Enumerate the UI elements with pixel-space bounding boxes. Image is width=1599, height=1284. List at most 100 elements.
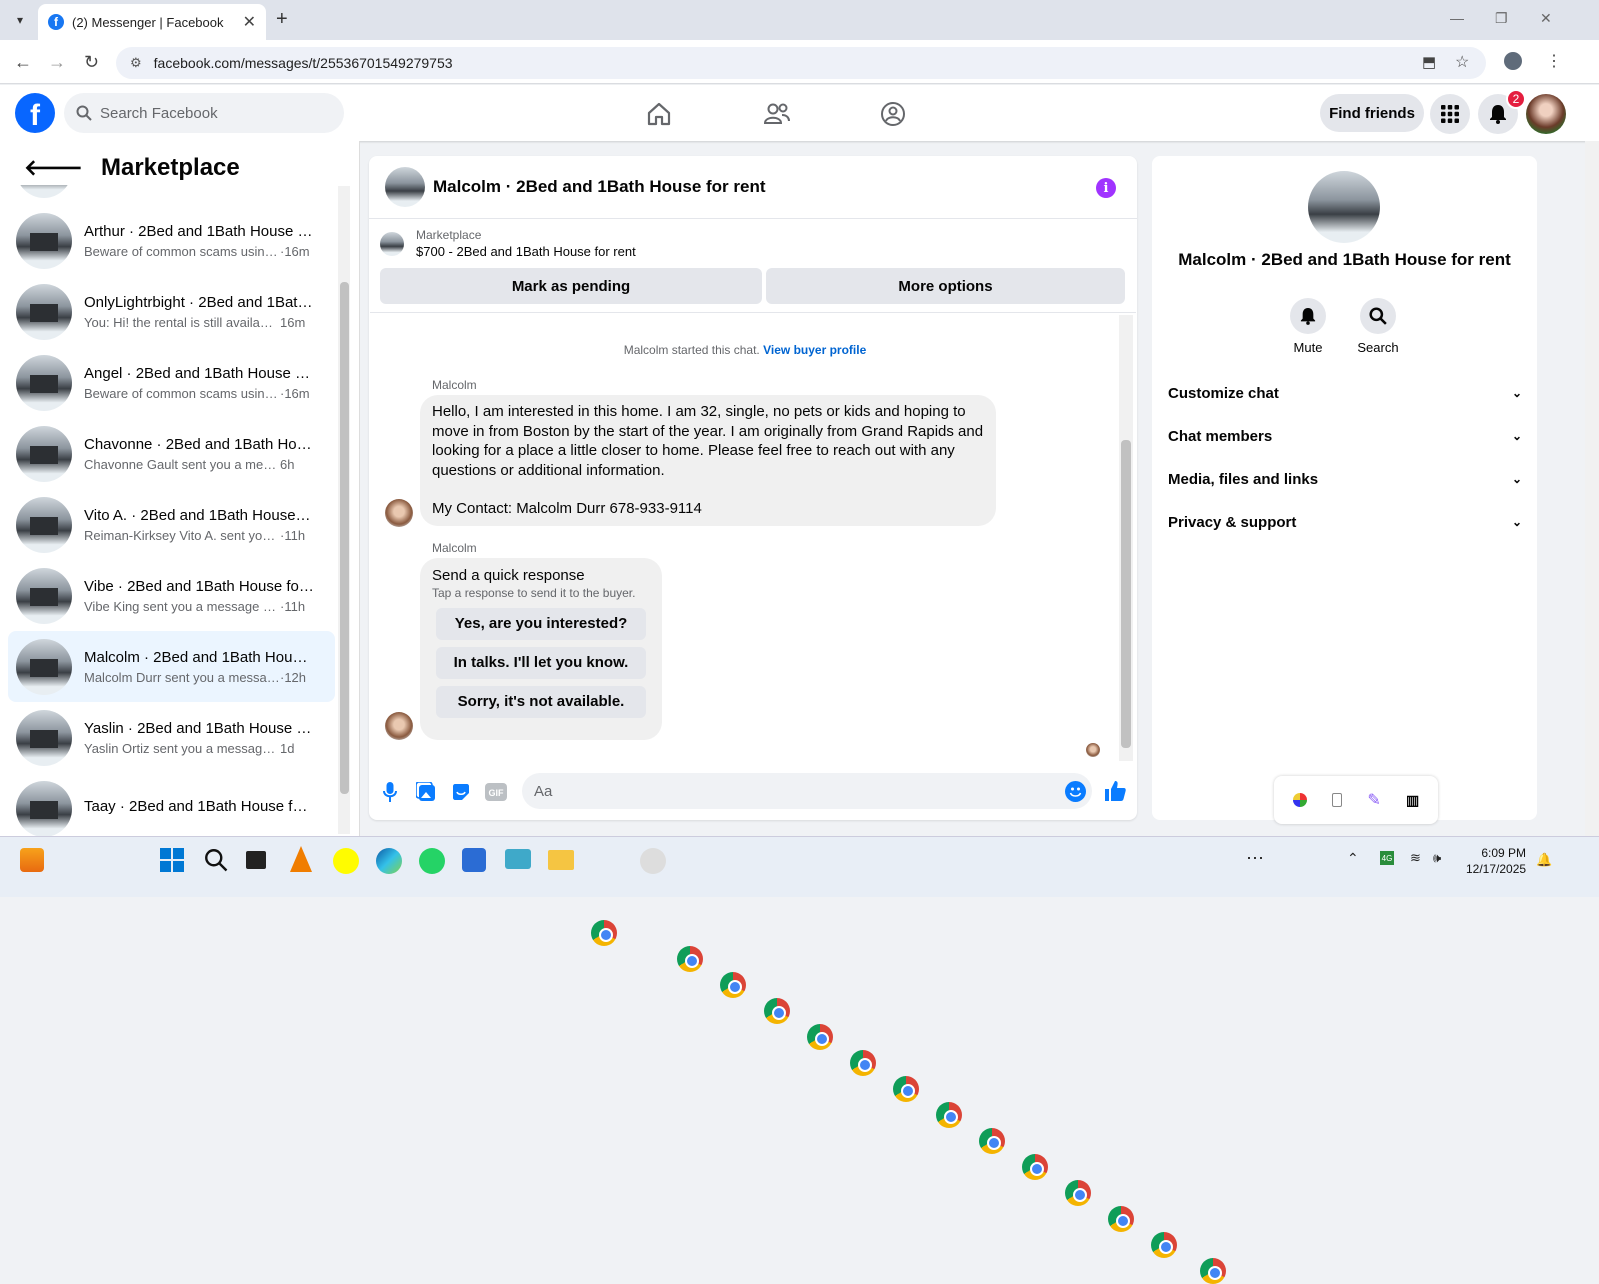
account-avatar[interactable]: [1526, 94, 1566, 134]
edge-icon[interactable]: [376, 848, 402, 874]
sender-avatar[interactable]: [385, 712, 413, 740]
conversation-item[interactable]: Arthur · 2Bed and 1Bath House for rent Be…: [8, 205, 335, 276]
chrome-icon[interactable]: [893, 1076, 919, 1102]
chrome-icon[interactable]: [591, 920, 617, 946]
vlc-icon[interactable]: [290, 846, 312, 872]
sender-avatar[interactable]: [385, 499, 413, 527]
mute-button[interactable]: Mute: [1278, 298, 1338, 355]
conversation-item[interactable]: Vito A. · 2Bed and 1Bath House for rent R…: [8, 489, 335, 560]
quick-response-button[interactable]: Sorry, it's not available.: [436, 685, 646, 718]
gif-icon[interactable]: GIF: [484, 780, 508, 804]
microphone-icon[interactable]: [378, 780, 402, 804]
thumbs-up-icon[interactable]: [1103, 779, 1127, 808]
chrome-icon[interactable]: [807, 1024, 833, 1050]
more-apps-icon[interactable]: ⋯: [1246, 848, 1264, 869]
new-tab-icon[interactable]: +: [276, 8, 288, 31]
taskbar-search-icon[interactable]: [204, 848, 228, 877]
file-explorer-icon[interactable]: [548, 850, 574, 870]
media-files-links-row[interactable]: Media, files and links ⌄: [1168, 459, 1522, 499]
facebook-logo-icon[interactable]: f: [15, 93, 55, 133]
chat-members-row[interactable]: Chat members ⌄: [1168, 416, 1522, 456]
reload-icon[interactable]: ↻: [84, 52, 99, 73]
chrome-icon[interactable]: [677, 946, 703, 972]
chrome-icon[interactable]: [720, 972, 746, 998]
listing-info[interactable]: Marketplace $700 - 2Bed and 1Bath House …: [380, 228, 636, 259]
privacy-support-row[interactable]: Privacy & support ⌄: [1168, 502, 1522, 542]
conversation-item[interactable]: OnlyLightrbight · 2Bed and 1Bath House f…: [8, 276, 335, 347]
photo-gallery-icon[interactable]: [414, 780, 438, 804]
window-close-icon[interactable]: ✕: [1540, 10, 1552, 27]
close-tab-icon[interactable]: ✕: [243, 12, 256, 32]
message-bubble[interactable]: Hello, I am interested in this home. I a…: [420, 395, 996, 526]
profile-icon[interactable]: [1504, 52, 1522, 70]
conversation-item[interactable]: Angel · 2Bed and 1Bath House for rent Bew…: [8, 347, 335, 418]
chart-icon[interactable]: ▥: [1406, 792, 1419, 809]
conversation-item[interactable]: Vibe · 2Bed and 1Bath House for rent Vibe…: [8, 560, 335, 631]
tray-chevron-icon[interactable]: ⌃: [1347, 850, 1359, 867]
tab-search-dropdown-icon[interactable]: ▾: [8, 8, 32, 32]
browser-tab[interactable]: f (2) Messenger | Facebook ✕: [38, 4, 266, 40]
volume-icon[interactable]: 🕪: [1433, 850, 1441, 866]
conversation-item[interactable]: Yaslin · 2Bed and 1Bath House for rent Ya…: [8, 702, 335, 773]
conversation-item[interactable]: Taay · 2Bed and 1Bath House for rent: [8, 773, 335, 844]
wifi-icon[interactable]: ≋: [1410, 850, 1421, 866]
chrome-icon[interactable]: [764, 998, 790, 1024]
url-field[interactable]: ⚙ facebook.com/messages/t/25536701549279…: [116, 47, 1486, 79]
message-input[interactable]: Aa: [522, 773, 1092, 809]
chat-title[interactable]: Malcolm · 2Bed and 1Bath House for rent: [433, 177, 766, 197]
listing-photo[interactable]: [385, 167, 425, 207]
install-app-icon[interactable]: ⬒: [1422, 53, 1436, 71]
customize-chat-row[interactable]: Customize chat ⌄: [1168, 373, 1522, 413]
chrome-icon[interactable]: [1022, 1154, 1048, 1180]
chrome-icon[interactable]: [1108, 1206, 1134, 1232]
conversation-item[interactable]: Malcolm · 2Bed and 1Bath House for rent M…: [8, 631, 335, 702]
sticker-icon[interactable]: [449, 780, 473, 804]
chat-scrollbar-thumb[interactable]: [1121, 440, 1131, 748]
chrome-icon[interactable]: [936, 1102, 962, 1128]
view-buyer-profile-link[interactable]: View buyer profile: [763, 343, 866, 357]
bookmark-star-icon[interactable]: ☆: [1455, 52, 1469, 72]
emoji-icon[interactable]: [1065, 781, 1086, 802]
sidebar-scrollbar-thumb[interactable]: [340, 282, 349, 794]
chrome-icon[interactable]: [979, 1128, 1005, 1154]
quick-response-button[interactable]: In talks. I'll let you know.: [436, 646, 646, 679]
page-scrollbar[interactable]: [1585, 141, 1599, 836]
back-arrow-icon[interactable]: 🡐: [24, 155, 83, 181]
tray-app-icon[interactable]: 4G: [1380, 851, 1394, 865]
snapchat-icon[interactable]: [333, 848, 359, 874]
chrome-icon[interactable]: [850, 1050, 876, 1076]
whatsapp-icon[interactable]: [419, 848, 445, 874]
chrome-icon[interactable]: [1151, 1232, 1177, 1258]
windows-start-icon[interactable]: [160, 848, 184, 877]
info-icon[interactable]: i: [1096, 178, 1116, 198]
browser-menu-icon[interactable]: ⋮: [1546, 51, 1562, 71]
back-icon[interactable]: ←: [14, 52, 32, 73]
forward-icon[interactable]: →: [48, 52, 66, 73]
more-options-button[interactable]: More options: [766, 268, 1125, 304]
listing-profile-photo[interactable]: [1308, 171, 1380, 243]
groups-icon[interactable]: [877, 98, 909, 130]
quick-response-button[interactable]: Yes, are you interested?: [436, 607, 646, 640]
chrome-icon[interactable]: [1200, 1258, 1226, 1284]
friends-icon[interactable]: [761, 98, 793, 130]
menu-grid-icon[interactable]: [1430, 94, 1470, 134]
notification-icon[interactable]: 🔔: [1536, 852, 1552, 868]
conversation-item[interactable]: Qaashawn · 2Bed and 1Bath House for rent…: [8, 185, 335, 205]
restore-icon[interactable]: ❐: [1495, 10, 1508, 27]
site-info-icon[interactable]: ⚙: [130, 55, 142, 71]
task-view-icon[interactable]: [246, 851, 266, 869]
color-wheel-icon[interactable]: [1292, 793, 1307, 807]
mark-as-pending-button[interactable]: Mark as pending: [380, 268, 762, 304]
search-conversation-button[interactable]: Search: [1348, 298, 1408, 355]
taskbar-clock[interactable]: 6:09 PM 12/17/2025: [1466, 845, 1526, 877]
home-icon[interactable]: [643, 98, 675, 130]
store-icon[interactable]: [462, 848, 486, 872]
pen-icon[interactable]: ✎: [1367, 790, 1380, 810]
clipboard-icon[interactable]: [1331, 793, 1342, 807]
weather-widget-icon[interactable]: [20, 848, 44, 872]
app-icon[interactable]: [505, 849, 531, 869]
chrome-icon[interactable]: [1065, 1180, 1091, 1206]
find-friends-button[interactable]: Find friends: [1320, 94, 1424, 132]
minimize-icon[interactable]: —: [1450, 10, 1464, 26]
facebook-search-input[interactable]: Search Facebook: [64, 93, 344, 133]
